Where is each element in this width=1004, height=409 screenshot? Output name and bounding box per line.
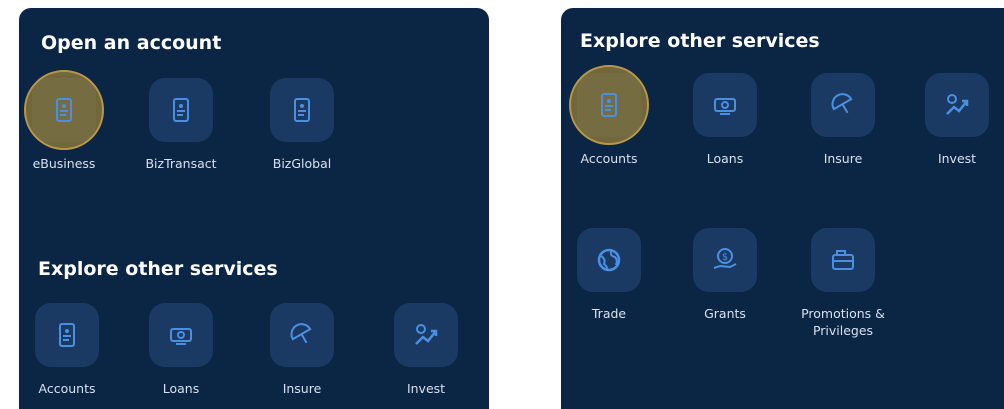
grants-icon-box: $ [693,228,757,292]
loans-icon-box [693,73,757,137]
document-icon [173,98,189,122]
accounts-icon-box [569,65,649,145]
accounts-icon-box [35,303,99,367]
insure-icon-box [270,303,334,367]
tile-label: Accounts [38,381,96,396]
umbrella-icon [831,93,853,114]
tile-loans[interactable]: Loans [675,73,775,167]
tile-label: Loans [162,381,200,396]
promotions-icon-box [811,228,875,292]
invest-icon-box [925,73,989,137]
tile-label: Grants [704,306,746,321]
biztransact-icon-box [149,78,213,142]
tile-insure[interactable]: Insure [793,73,893,167]
tile-label: Invest [406,381,446,396]
tile-label: Invest [937,151,977,166]
tile-accounts[interactable]: Accounts [19,303,117,397]
tile-label: Loans [706,151,744,166]
tile-ebusiness[interactable]: eBusiness [19,70,114,172]
insure-icon-box [811,73,875,137]
tile-grants[interactable]: $ Grants [675,228,775,322]
tile-promotions-privileges[interactable]: Promotions & Privileges [793,228,893,339]
tile-label: Trade [591,306,627,321]
document-icon [601,93,617,117]
tile-accounts[interactable]: Accounts [561,65,659,167]
document-icon [56,98,72,122]
document-icon [59,323,75,347]
explore-services-title: Explore other services [580,30,820,52]
tile-bizglobal[interactable]: BizGlobal [252,78,352,172]
umbrella-icon [290,323,312,344]
coin-hand-icon: $ [713,248,737,269]
tile-label: BizTransact [145,156,217,171]
tile-loans[interactable]: Loans [131,303,231,397]
tile-insure[interactable]: Insure [252,303,352,397]
document-icon [294,98,310,122]
tile-label: Accounts [580,151,638,166]
tile-label: BizGlobal [272,156,332,171]
svg-text:$: $ [722,252,728,263]
banknote-icon [170,328,192,345]
banknote-icon [714,98,736,115]
tile-invest[interactable]: Invest [907,73,1004,167]
tile-label: Promotions & Privileges [801,306,885,338]
open-account-panel: Open an account eBusiness BizTransact Bi… [19,8,489,409]
loans-icon-box [149,303,213,367]
tile-biztransact[interactable]: BizTransact [131,78,231,172]
explore-services-panel: Explore other services Accounts Loans In… [561,8,1004,409]
explore-services-title: Explore other services [38,258,278,280]
wallet-icon [832,250,854,270]
globe-icon [597,248,621,272]
tile-trade[interactable]: Trade [561,228,659,322]
tile-invest[interactable]: Invest [376,303,476,397]
tile-label: Insure [282,381,322,396]
tile-label: eBusiness [32,156,96,171]
open-account-title: Open an account [41,32,222,54]
bizglobal-icon-box [270,78,334,142]
growth-chart-icon [415,324,438,345]
tile-label: Insure [823,151,863,166]
ebusiness-icon-box [24,70,104,150]
trade-icon-box [577,228,641,292]
growth-chart-icon [946,94,969,115]
invest-icon-box [394,303,458,367]
